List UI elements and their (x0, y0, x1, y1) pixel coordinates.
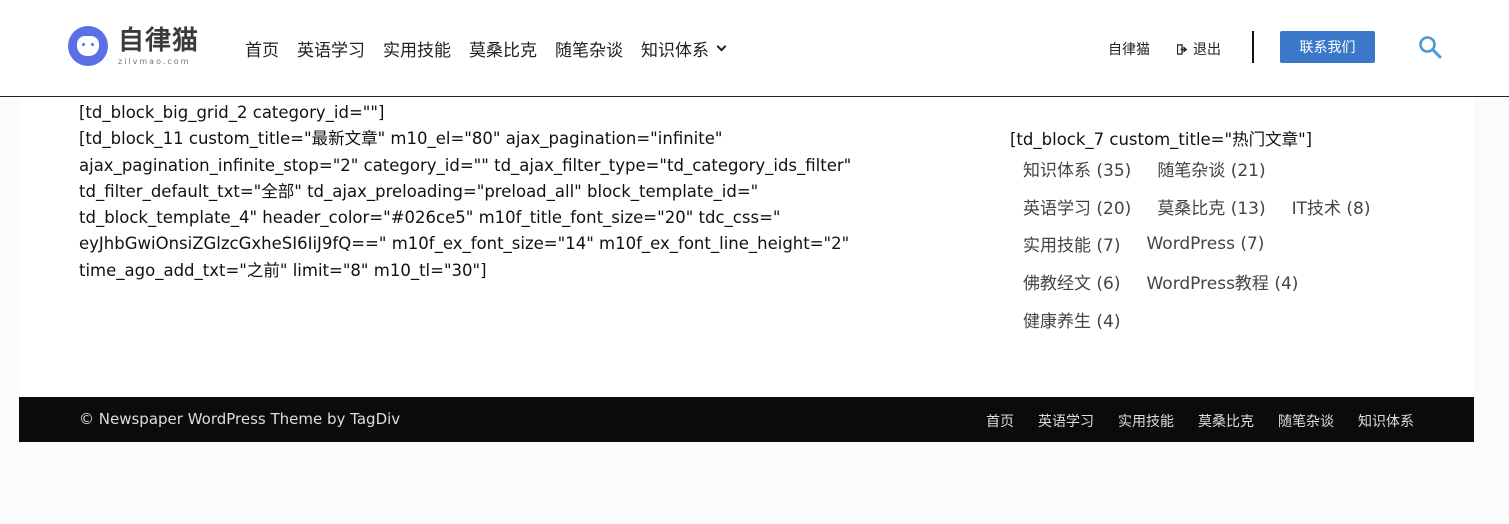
site-logo[interactable]: 自律猫 zilvmao.com (68, 26, 199, 66)
shortcode-line: [td_block_big_grid_2 category_id=""] (79, 103, 385, 122)
search-icon[interactable] (1418, 35, 1442, 59)
footer-nav-essays[interactable]: 随笔杂谈 (1278, 411, 1334, 431)
shortcode-line: td_filter_default_txt="全部" td_ajax_prelo… (79, 181, 759, 201)
tag-link[interactable]: WordPress教程 (4) (1133, 269, 1311, 294)
nav-item-english[interactable]: 英语学习 (297, 36, 365, 61)
footer-nav-knowledge[interactable]: 知识体系 (1358, 411, 1414, 431)
sidebar-shortcode: [td_block_7 custom_title="热门文章"] (1010, 130, 1313, 149)
shortcode-line: ajax_pagination_infinite_stop="2" catego… (79, 155, 852, 175)
tag-link[interactable]: 佛教经文 (6) (1010, 269, 1133, 294)
contact-button[interactable]: 联系我们 (1280, 31, 1375, 63)
site-header: 自律猫 zilvmao.com 首页 英语学习 实用技能 莫桑比克 随笔杂谈 知… (0, 0, 1509, 97)
nav-item-mozambique[interactable]: 莫桑比克 (469, 36, 537, 61)
tag-link[interactable]: 实用技能 (7) (1010, 231, 1133, 256)
nav-item-skills[interactable]: 实用技能 (383, 36, 451, 61)
logo-title: 自律猫 (118, 25, 200, 56)
header-divider (1252, 31, 1254, 63)
tag-row: 英语学习 (20) 莫桑比克 (13) IT技术 (8) (1010, 188, 1430, 226)
tag-link[interactable]: 随笔杂谈 (21) (1144, 156, 1278, 181)
footer-nav-home[interactable]: 首页 (986, 411, 1014, 431)
tag-row: 实用技能 (7) WordPress (7) (1010, 225, 1430, 263)
footer-nav-skills[interactable]: 实用技能 (1118, 411, 1174, 431)
footer-nav: 首页 英语学习 实用技能 莫桑比克 随笔杂谈 知识体系 (962, 411, 1414, 431)
logo-domain: zilvmao.com (118, 56, 191, 66)
main-nav: 首页 英语学习 实用技能 莫桑比克 随笔杂谈 知识体系 (245, 36, 743, 61)
tag-link[interactable]: 知识体系 (35) (1010, 156, 1144, 181)
cat-logo-icon (68, 26, 108, 66)
shortcode-line: time_ago_add_txt="之前" limit="8" m10_tl="… (79, 260, 487, 280)
user-link[interactable]: 自律猫 (1108, 39, 1150, 59)
main-shortcode-text: [td_block_big_grid_2 category_id=""] [td… (79, 100, 939, 284)
nav-item-knowledge-label: 知识体系 (641, 41, 709, 61)
tag-link[interactable]: 健康养生 (4) (1010, 307, 1133, 332)
logout-link[interactable]: 退出 (1177, 39, 1221, 59)
shortcode-line: eyJhbGwiOnsiZGlzcGxheSI6IiJ9fQ==" m10f_e… (79, 234, 850, 254)
tag-row: 健康养生 (4) (1010, 300, 1430, 338)
shortcode-line: [td_block_11 custom_title="最新文章" m10_el=… (79, 129, 723, 149)
logout-icon (1177, 43, 1188, 55)
tag-row: 佛教经文 (6) WordPress教程 (4) (1010, 263, 1430, 301)
tag-link[interactable]: WordPress (7) (1133, 234, 1277, 254)
shortcode-line: td_block_template_4" header_color="#026c… (79, 208, 781, 228)
nav-item-home[interactable]: 首页 (245, 36, 279, 61)
logout-label: 退出 (1193, 42, 1221, 58)
logo-text: 自律猫 zilvmao.com (118, 27, 199, 66)
footer-copyright: © Newspaper WordPress Theme by TagDiv (79, 410, 401, 428)
nav-item-knowledge[interactable]: 知识体系 (641, 36, 727, 61)
nav-item-essays[interactable]: 随笔杂谈 (555, 36, 623, 61)
tag-link[interactable]: 英语学习 (20) (1010, 194, 1144, 219)
site-footer: © Newspaper WordPress Theme by TagDiv 首页… (19, 397, 1474, 442)
tag-cloud: 知识体系 (35) 随笔杂谈 (21) 英语学习 (20) 莫桑比克 (13) … (1010, 150, 1430, 338)
tag-link[interactable]: IT技术 (8) (1279, 194, 1384, 219)
tag-link[interactable]: 莫桑比克 (13) (1144, 194, 1278, 219)
footer-nav-mozambique[interactable]: 莫桑比克 (1198, 411, 1254, 431)
tag-row: 知识体系 (35) 随笔杂谈 (21) (1010, 150, 1430, 188)
chevron-down-icon (716, 41, 727, 51)
footer-nav-english[interactable]: 英语学习 (1038, 411, 1094, 431)
